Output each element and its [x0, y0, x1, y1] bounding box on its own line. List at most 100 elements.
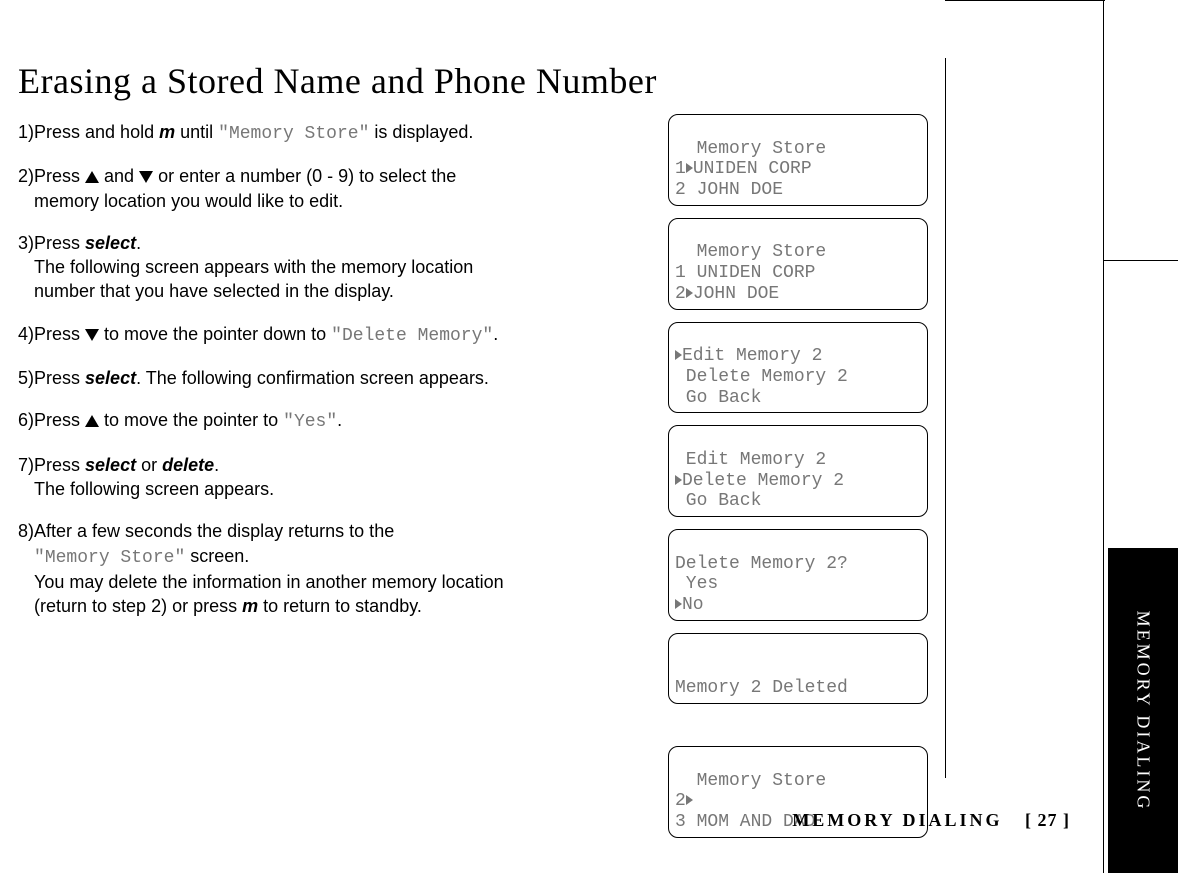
up-arrow-icon: [85, 171, 99, 183]
lcd-line: UNIDEN CORP: [693, 159, 812, 179]
section-tab: MEMORY DIALING: [1108, 548, 1178, 873]
content-right-rule: [945, 58, 946, 778]
text: The following screen appears.: [34, 479, 274, 499]
edge-rule: [1103, 0, 1104, 873]
pointer-icon: [686, 288, 693, 298]
text: memory location you would like to edit.: [34, 191, 343, 211]
step-7: 7) Press select or delete. The following…: [18, 453, 658, 502]
lcd-line: Yes: [675, 574, 718, 594]
text: . The following confirmation screen appe…: [136, 368, 489, 388]
lcd-line: 2: [675, 791, 686, 811]
lcd-screens-column: Memory Store 1 UNIDEN CORP 2 JOHN DOE Mem…: [668, 114, 928, 856]
instruction-steps: 1) Press and hold m until "Memory Store"…: [18, 120, 658, 618]
step-2: 2) Press and or enter a number (0 - 9) t…: [18, 164, 658, 213]
down-arrow-icon: [85, 329, 99, 341]
lcd-phrase: "Delete Memory": [331, 326, 493, 346]
lcd-line: 1: [675, 159, 686, 179]
text: After a few seconds the display returns …: [34, 521, 394, 541]
lcd-line: 2: [675, 284, 686, 304]
key-delete: delete: [162, 455, 214, 475]
pointer-icon: [675, 350, 682, 360]
key-select: select: [85, 455, 136, 475]
lcd-line: Go Back: [675, 491, 761, 511]
lcd-line: Memory 2 Deleted: [675, 678, 848, 698]
step-number: 6): [18, 408, 34, 434]
lcd-line: Delete Memory 2: [682, 471, 844, 491]
step-3: 3) Press select. The following screen ap…: [18, 231, 658, 304]
text: .: [337, 410, 342, 430]
lcd-line: Memory Store: [675, 771, 826, 791]
text: Press: [34, 166, 85, 186]
text: (return to step 2) or press: [34, 596, 242, 616]
lcd-line: Memory Store: [675, 139, 826, 159]
text: Press: [34, 324, 85, 344]
pointer-icon: [686, 795, 693, 805]
step-number: 2): [18, 164, 34, 213]
pointer-icon: [686, 163, 693, 173]
page-footer: MEMORY DIALING [ 27 ]: [0, 810, 1100, 831]
footer-section: MEMORY DIALING: [792, 810, 1002, 830]
step-number: 1): [18, 120, 34, 146]
page-number: [ 27 ]: [1025, 810, 1070, 830]
step-5: 5) Press select. The following confirmat…: [18, 366, 658, 390]
lcd-screen-6: Memory 2 Deleted: [668, 633, 928, 704]
key-m: m: [159, 122, 175, 142]
text: The following screen appears with the me…: [34, 257, 473, 277]
mid-rule: [1103, 260, 1178, 261]
key-select: select: [85, 233, 136, 253]
text: to move the pointer to: [99, 410, 283, 430]
lcd-screen-5: Delete Memory 2? Yes No: [668, 529, 928, 621]
lcd-phrase: "Memory Store": [34, 548, 185, 568]
text: number that you have selected in the dis…: [34, 281, 394, 301]
text: .: [493, 324, 498, 344]
step-number: 7): [18, 453, 34, 502]
lcd-phrase: "Memory Store": [218, 124, 369, 144]
step-1: 1) Press and hold m until "Memory Store"…: [18, 120, 658, 146]
text: Press: [34, 455, 85, 475]
pointer-icon: [675, 475, 682, 485]
lcd-line: 1 UNIDEN CORP: [675, 263, 815, 283]
step-6: 6) Press to move the pointer to "Yes".: [18, 408, 658, 434]
step-8: 8) After a few seconds the display retur…: [18, 519, 658, 618]
lcd-screen-1: Memory Store 1 UNIDEN CORP 2 JOHN DOE: [668, 114, 928, 206]
down-arrow-icon: [139, 171, 153, 183]
text: screen.: [185, 546, 249, 566]
lcd-line: No: [682, 595, 704, 615]
top-rule: [945, 0, 1105, 1]
text: to return to standby.: [258, 596, 422, 616]
lcd-screen-2: Memory Store 1 UNIDEN CORP 2 JOHN DOE: [668, 218, 928, 310]
lcd-screen-3: Edit Memory 2 Delete Memory 2 Go Back: [668, 322, 928, 414]
section-tab-label: MEMORY DIALING: [1133, 610, 1154, 811]
text: and: [99, 166, 139, 186]
step-4: 4) Press to move the pointer down to "De…: [18, 322, 658, 348]
lcd-line: Go Back: [675, 388, 761, 408]
key-select: select: [85, 368, 136, 388]
text: or enter a number (0 - 9) to select the: [153, 166, 456, 186]
lcd-line: JOHN DOE: [693, 284, 779, 304]
lcd-screen-4: Edit Memory 2 Delete Memory 2 Go Back: [668, 425, 928, 517]
lcd-line: Memory Store: [675, 242, 826, 262]
lcd-phrase: "Yes": [283, 412, 337, 432]
up-arrow-icon: [85, 415, 99, 427]
pointer-icon: [675, 599, 682, 609]
lcd-line: Delete Memory 2: [675, 367, 848, 387]
text: .: [214, 455, 219, 475]
lcd-line: Edit Memory 2: [682, 346, 822, 366]
text: is displayed.: [369, 122, 473, 142]
lcd-line: Delete Memory 2?: [675, 554, 848, 574]
text: or: [136, 455, 162, 475]
text: Press and hold: [34, 122, 159, 142]
key-m: m: [242, 596, 258, 616]
lcd-line: 2 JOHN DOE: [675, 180, 783, 200]
text: until: [175, 122, 218, 142]
text: Press: [34, 233, 85, 253]
step-number: 3): [18, 231, 34, 304]
step-number: 8): [18, 519, 34, 618]
text: Press: [34, 410, 85, 430]
text: to move the pointer down to: [99, 324, 331, 344]
page-title: Erasing a Stored Name and Phone Number: [18, 60, 918, 102]
step-number: 5): [18, 366, 34, 390]
text: Press: [34, 368, 85, 388]
step-number: 4): [18, 322, 34, 348]
text: .: [136, 233, 141, 253]
